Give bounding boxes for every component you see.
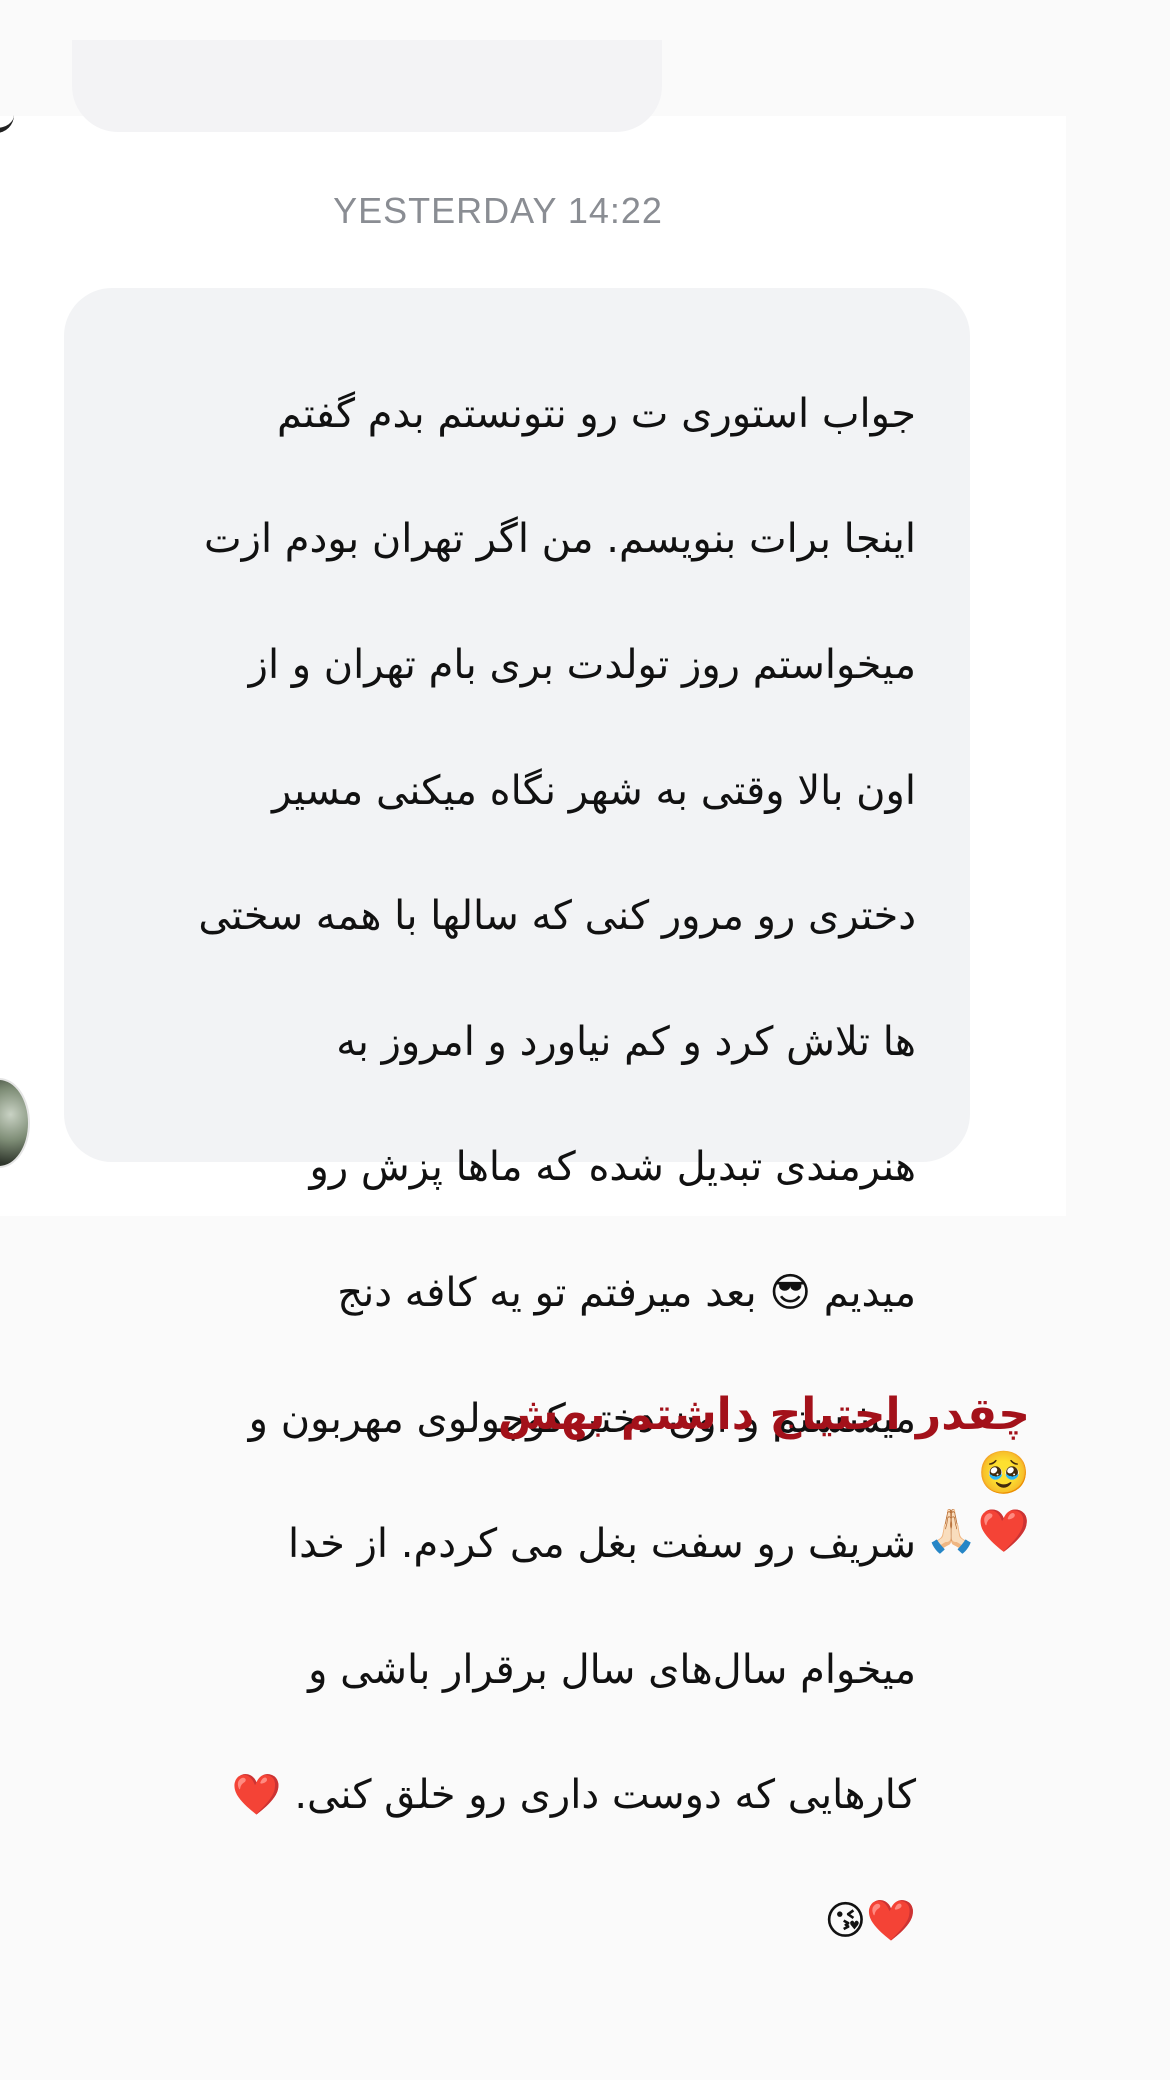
message-line: جواب استوری ت رو نتونستم بدم گفتم [277, 390, 916, 437]
message-line: کارهایی که دوست داری رو خلق کنی. ❤️ [231, 1772, 916, 1819]
pleading-face-emoji: 🥹 [977, 1448, 1030, 1497]
caption-text: چقدر احتیاج داشتم بهش [497, 1389, 1030, 1440]
message-line: ❤️😘 [824, 1897, 916, 1944]
message-line: ها تلاش کرد و کم نیاورد و امروز به [336, 1018, 916, 1065]
message-text: جواب استوری ت رو نتونستم بدم گفتم اینجا … [102, 320, 916, 2016]
message-line: اون بالا وقتی به شهر نگاه میکنی مسیر [271, 767, 916, 814]
message-line: میخوام سال‌های سال برقرار باشی و [308, 1646, 916, 1693]
message-line: دختری رو مرور کنی که سالها با همه سختی [198, 893, 916, 940]
message-timestamp: YESTERDAY 14:22 [333, 190, 663, 231]
message-line: اینجا برات بنویسم. من اگر تهران بودم ازت [203, 516, 916, 563]
message-line: هنرمندی تبدیل شده که ماها پزش رو [309, 1144, 916, 1191]
story-caption: چقدر احتیاج داشتم بهش 🥹 ❤️🙏🏻 [460, 1386, 1030, 1560]
message-bubble[interactable]: جواب استوری ت رو نتونستم بدم گفتم اینجا … [64, 288, 970, 1944]
message-line: میخواستم روز تولدت بری بام تهران و از [248, 641, 916, 688]
previous-message-bubble[interactable] [72, 40, 662, 132]
heart-praying-hands-emoji: ❤️🙏🏻 [925, 1506, 1030, 1555]
message-line: میدیم 😎 بعد میرفتم تو یه کافه دنج [337, 1269, 916, 1316]
caption-line-1: چقدر احتیاج داشتم بهش 🥹 [460, 1386, 1030, 1502]
